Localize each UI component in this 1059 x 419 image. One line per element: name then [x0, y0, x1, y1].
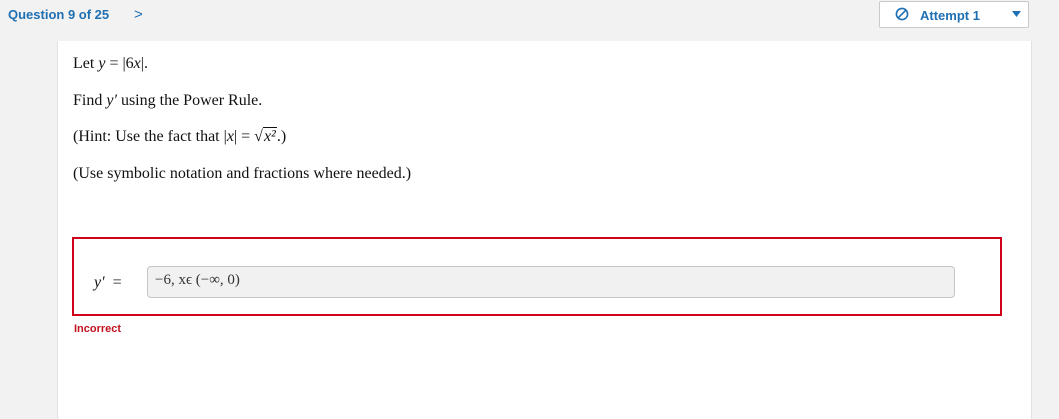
chevron-down-icon: [1012, 11, 1021, 17]
next-question-button[interactable]: >: [134, 6, 143, 23]
instruction-text: Find y′ using the Power Rule.: [73, 92, 263, 109]
attempt-dropdown[interactable]: Attempt 1: [879, 1, 1029, 28]
question-counter: Question 9 of 25: [8, 7, 110, 22]
attempt-label: Attempt 1: [920, 8, 980, 23]
no-entry-icon: [895, 7, 909, 21]
notation-note: (Use symbolic notation and fractions whe…: [73, 165, 412, 182]
answer-label: y′ =: [94, 274, 122, 291]
question-nav: Question 9 of 25 >: [8, 6, 143, 23]
question-card: Let y = |6x|. Find y′ using the Power Ru…: [57, 41, 1032, 419]
answer-region: y′ = −6, xϵ (−∞, 0): [72, 237, 1002, 316]
top-bar: Question 9 of 25 > Attempt 1: [0, 0, 1059, 36]
problem-statement: Let y = |6x|.: [73, 55, 148, 72]
hint-text: (Hint: Use the fact that |x| = √x².): [73, 127, 287, 145]
answer-input[interactable]: −6, xϵ (−∞, 0): [147, 266, 955, 298]
status-feedback: Incorrect: [74, 323, 122, 335]
square-root: √x²: [254, 127, 277, 145]
